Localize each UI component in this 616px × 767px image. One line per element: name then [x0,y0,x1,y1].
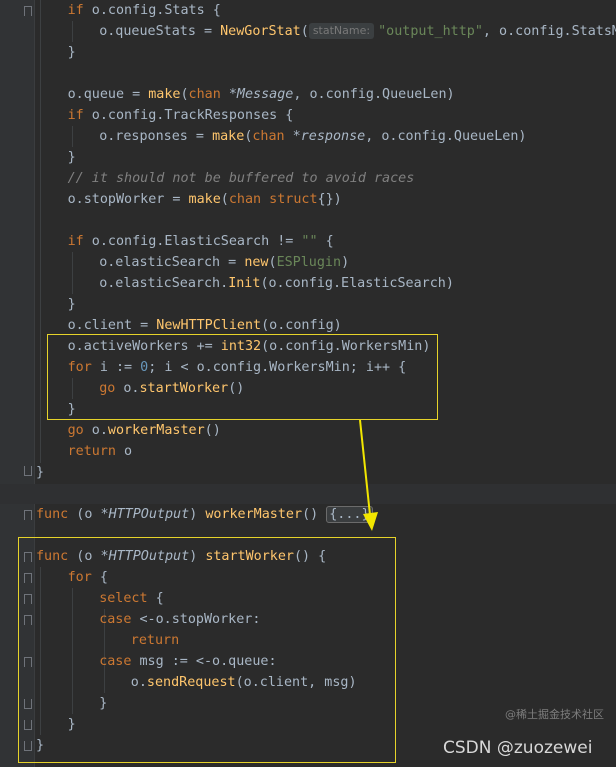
arrow-icon [359,419,378,531]
watermark-faint: @稀土掘金技术社区 [505,708,604,721]
watermark: CSDN @zuozewei [443,738,593,758]
